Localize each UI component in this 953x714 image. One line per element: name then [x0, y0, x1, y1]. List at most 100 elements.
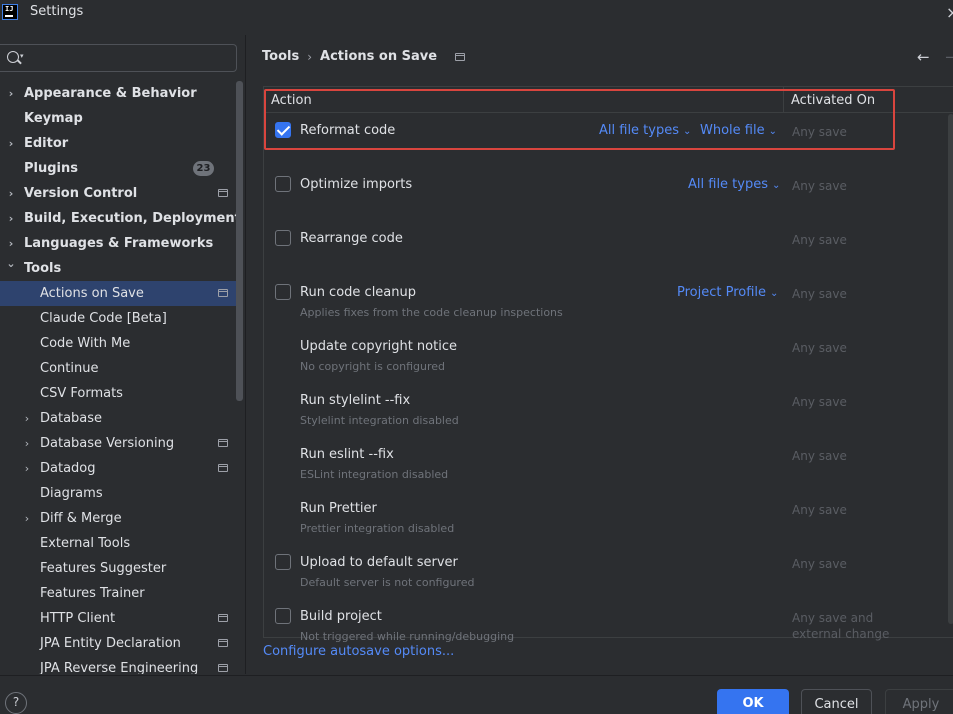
activated-on-value: Any save: [792, 125, 847, 139]
chevron-right-icon[interactable]: ›: [6, 237, 16, 250]
sidebar-item-jpa-entity-declaration[interactable]: JPA Entity Declaration: [0, 631, 236, 656]
forward-arrow-icon[interactable]: →: [945, 48, 953, 66]
dropdown-label: All file types: [688, 177, 768, 192]
sidebar-item-label: Languages & Frameworks: [24, 236, 214, 251]
checkbox-reformat-code[interactable]: [275, 122, 291, 138]
sidebar-item-editor[interactable]: › Editor: [0, 131, 236, 156]
project-scope-icon: [455, 52, 466, 61]
apply-button[interactable]: Apply: [885, 689, 953, 714]
checkbox-upload-to-default-server[interactable]: [275, 554, 291, 570]
sidebar-item-continue[interactable]: Continue: [0, 356, 236, 381]
cancel-button[interactable]: Cancel: [801, 689, 872, 714]
sidebar-item-label: HTTP Client: [40, 611, 116, 626]
activated-on-value: Any save and external change: [792, 611, 890, 641]
sidebar-item-jpa-reverse-engineering[interactable]: JPA Reverse Engineering: [0, 656, 236, 674]
action-title[interactable]: Rearrange code: [300, 231, 403, 246]
sidebar-item-diff-merge[interactable]: › Diff & Merge: [0, 506, 236, 531]
dropdown-whole-file[interactable]: Whole file ⌄: [700, 123, 777, 138]
chevron-right-icon[interactable]: ›: [22, 512, 32, 525]
sidebar-item-features-suggester[interactable]: Features Suggester: [0, 556, 236, 581]
checkbox-build-project[interactable]: [275, 608, 291, 624]
sidebar-item-appearance-behavior[interactable]: › Appearance & Behavior: [0, 81, 236, 106]
chevron-right-icon[interactable]: ›: [22, 437, 32, 450]
actions-table: Action Activated On Reformat code All fil…: [263, 86, 953, 643]
action-subtitle: ESLint integration disabled: [300, 468, 449, 481]
sidebar-item-keymap[interactable]: Keymap: [0, 106, 236, 131]
search-input[interactable]: ▾: [0, 44, 237, 72]
column-header-activated-on[interactable]: Activated On: [791, 93, 875, 108]
activated-on-value: Any save: [792, 179, 847, 193]
sidebar-item-label: Continue: [40, 361, 99, 376]
sidebar-scrollbar[interactable]: [236, 81, 243, 401]
action-title[interactable]: Reformat code: [300, 123, 395, 138]
action-title: Run eslint --fix: [300, 447, 394, 462]
action-subtitle: Not triggered while running/debugging: [300, 630, 515, 643]
app-logo-icon: IJ: [2, 4, 18, 20]
sidebar-item-label: Code With Me: [40, 336, 131, 351]
chevron-down-icon[interactable]: ⌄: [6, 257, 16, 270]
help-icon[interactable]: ?: [5, 692, 27, 714]
chevron-right-icon[interactable]: ›: [6, 212, 16, 225]
project-scope-icon: [218, 664, 228, 672]
checkbox-optimize-imports[interactable]: [275, 176, 291, 192]
chevron-right-icon[interactable]: ›: [6, 187, 16, 200]
checkbox-run-code-cleanup[interactable]: [275, 284, 291, 300]
sidebar-item-version-control[interactable]: › Version Control: [0, 181, 236, 206]
sidebar-item-label: Features Trainer: [40, 586, 145, 601]
sidebar-item-build-execution-deployment[interactable]: › Build, Execution, Deployment: [0, 206, 241, 231]
action-title[interactable]: Run code cleanup: [300, 285, 416, 300]
dropdown-all-file-types[interactable]: All file types ⌄: [688, 177, 780, 192]
project-scope-icon: [218, 614, 228, 622]
sidebar-item-datadog[interactable]: › Datadog: [0, 456, 236, 481]
chevron-down-icon: ⌄: [768, 126, 777, 137]
project-scope-icon: [218, 439, 228, 447]
chevron-right-icon[interactable]: ›: [22, 412, 32, 425]
sidebar-item-label: Keymap: [24, 111, 83, 126]
sidebar-item-database[interactable]: › Database: [0, 406, 236, 431]
chevron-right-icon[interactable]: ›: [6, 137, 16, 150]
sidebar-item-label: Claude Code [Beta]: [40, 311, 167, 326]
sidebar-item-diagrams[interactable]: Diagrams: [0, 481, 236, 506]
action-row-upload-to-default-server: Upload to default server Default server i…: [264, 546, 944, 600]
sidebar-item-claude-code-beta[interactable]: Claude Code [Beta]: [0, 306, 236, 331]
sidebar-item-plugins[interactable]: Plugins 23: [0, 156, 236, 181]
sidebar-item-code-with-me[interactable]: Code With Me: [0, 331, 236, 356]
sidebar-item-languages-frameworks[interactable]: › Languages & Frameworks: [0, 231, 236, 256]
sidebar-item-csv-formats[interactable]: CSV Formats: [0, 381, 236, 406]
sidebar-item-external-tools[interactable]: External Tools: [0, 531, 236, 556]
dropdown-all-file-types[interactable]: All file types ⌄: [599, 123, 691, 138]
sidebar-item-label: Appearance & Behavior: [24, 86, 197, 101]
plugins-update-badge: 23: [193, 161, 214, 176]
sidebar-item-label: Plugins: [24, 161, 78, 176]
breadcrumb-parent[interactable]: Tools: [262, 49, 299, 64]
sidebar-item-label: Editor: [24, 136, 69, 151]
sidebar-item-database-versioning[interactable]: › Database Versioning: [0, 431, 236, 456]
search-options-chevron-icon[interactable]: ▾: [20, 52, 24, 60]
action-title[interactable]: Optimize imports: [300, 177, 412, 192]
sidebar-item-tools[interactable]: ⌄ Tools: [0, 256, 236, 281]
project-scope-icon: [218, 189, 228, 197]
table-scrollbar[interactable]: [948, 114, 953, 624]
sidebar-item-actions-on-save[interactable]: Actions on Save: [0, 281, 236, 306]
column-header-action[interactable]: Action: [271, 93, 312, 108]
action-row-run-eslint-fix: Run eslint --fix ESLint integration disab…: [264, 438, 944, 492]
action-subtitle: Prettier integration disabled: [300, 522, 455, 535]
action-title[interactable]: Upload to default server: [300, 555, 458, 570]
close-icon[interactable]: ×: [946, 3, 953, 22]
dropdown-label: Whole file: [700, 123, 765, 138]
back-arrow-icon[interactable]: ←: [917, 48, 930, 66]
checkbox-rearrange-code[interactable]: [275, 230, 291, 246]
sidebar-item-http-client[interactable]: HTTP Client: [0, 606, 236, 631]
breadcrumb-current: Actions on Save: [320, 49, 438, 64]
configure-autosave-link[interactable]: Configure autosave options...: [263, 644, 454, 659]
dropdown-label: All file types: [599, 123, 679, 138]
sidebar-item-label: Database: [40, 411, 103, 426]
action-title[interactable]: Build project: [300, 609, 382, 624]
column-divider[interactable]: [783, 87, 784, 113]
ok-button[interactable]: OK: [717, 689, 789, 714]
sidebar-item-features-trainer[interactable]: Features Trainer: [0, 581, 236, 606]
chevron-right-icon[interactable]: ›: [6, 87, 16, 100]
sidebar-item-label: CSV Formats: [40, 386, 123, 401]
dropdown-project-profile[interactable]: Project Profile ⌄: [677, 285, 778, 300]
chevron-right-icon[interactable]: ›: [22, 462, 32, 475]
